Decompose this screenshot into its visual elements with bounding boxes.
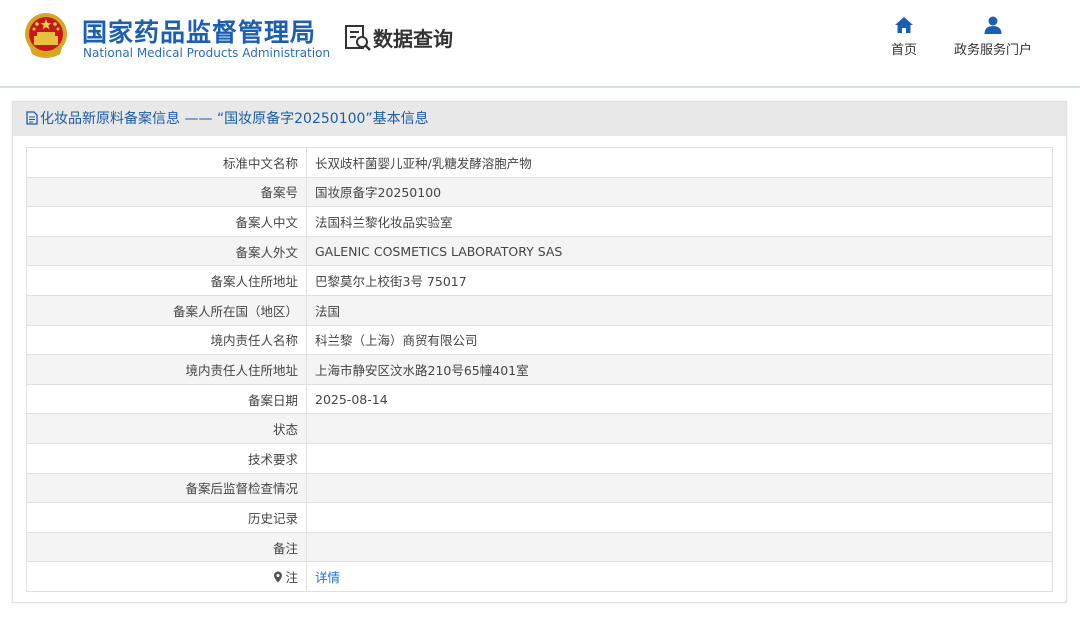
national-emblem-icon [25,13,67,58]
field-label: 历史记录 [26,502,307,533]
nav-service-portal[interactable]: 政务服务门户 [948,16,1038,58]
field-value [306,413,1053,444]
field-value [306,472,1053,504]
table-row-note: 注 详情 [26,561,1053,592]
home-icon [895,17,913,33]
panel-title-bar: 化妆品新原料备案信息 —— “国妆原备字20250100”基本信息 [13,102,1066,136]
table-row: 状态 [26,413,1053,444]
nav-home[interactable]: 首页 [884,16,924,58]
field-label-note: 注 [26,561,307,592]
table-row: 技术要求 [26,442,1053,474]
field-label: 备案人中文 [26,206,307,237]
field-value [306,442,1053,474]
org-name-en: National Medical Products Administration [83,46,331,60]
document-icon [26,111,38,125]
org-name-cn: 国家药品监督管理局 [82,18,317,47]
table-row: 境内责任人名称 科兰黎（上海）商贸有限公司 [26,324,1053,356]
table-row: 历史记录 [26,502,1053,533]
table-row: 备案人外文 GALENIC COSMETICS LABORATORY SAS [26,235,1053,267]
field-label: 备案后监督检查情况 [26,472,307,504]
field-label: 技术要求 [26,442,307,474]
field-value: 上海市静安区汶水路210号65幢401室 [306,354,1053,385]
table-row: 备案人所在国（地区） 法国 [26,294,1053,326]
data-query-label: 数据查询 [373,27,453,51]
info-table: 标准中文名称 长双歧杆菌婴儿亚种/乳糖发酵溶胞产物 备案号 国妆原备字20250100… [26,147,1053,592]
field-label: 备案人住所地址 [26,265,307,296]
field-value: 巴黎莫尔上校街3号 75017 [306,265,1053,296]
data-query-icon [345,25,371,51]
map-pin-icon [274,571,283,583]
user-icon [984,16,1002,34]
note-label: 注 [285,570,298,586]
field-label: 备案日期 [26,383,307,415]
table-row: 备案日期 2025-08-14 [26,383,1053,415]
table-row: 备注 [26,531,1053,563]
table-row: 标准中文名称 长双歧杆菌婴儿亚种/乳糖发酵溶胞产物 [26,147,1053,178]
nav-service-portal-label: 政务服务门户 [953,43,1032,58]
field-value: 科兰黎（上海）商贸有限公司 [306,324,1053,356]
field-label: 标准中文名称 [26,147,307,178]
field-value-note: 详情 [306,561,1053,592]
info-panel: 化妆品新原料备案信息 —— “国妆原备字20250100”基本信息 标准中文名称… [12,101,1067,603]
site-header: 国家药品监督管理局 National Medical Products Admi… [0,0,1080,88]
field-value [306,531,1053,563]
field-label: 状态 [26,413,307,444]
field-value: 国妆原备字20250100 [306,176,1053,208]
table-row: 境内责任人住所地址 上海市静安区汶水路210号65幢401室 [26,354,1053,385]
table-row: 备案人住所地址 巴黎莫尔上校街3号 75017 [26,265,1053,296]
panel-title: 化妆品新原料备案信息 —— “国妆原备字20250100”基本信息 [40,111,429,127]
field-value: 法国科兰黎化妆品实验室 [306,206,1053,237]
field-value: 法国 [306,294,1053,326]
field-value: 2025-08-14 [306,383,1053,415]
detail-link[interactable]: 详情 [315,570,340,585]
field-label: 境内责任人住所地址 [26,354,307,385]
table-row: 备案号 国妆原备字20250100 [26,176,1053,208]
table-row: 备案后监督检查情况 [26,472,1053,504]
field-label: 备案号 [26,176,307,208]
field-label: 境内责任人名称 [26,324,307,356]
field-value: GALENIC COSMETICS LABORATORY SAS [306,235,1053,267]
table-row: 备案人中文 法国科兰黎化妆品实验室 [26,206,1053,237]
field-label: 备案人外文 [26,235,307,267]
field-value [306,502,1053,533]
field-label: 备注 [26,531,307,563]
field-label: 备案人所在国（地区） [26,294,307,326]
field-value: 长双歧杆菌婴儿亚种/乳糖发酵溶胞产物 [306,147,1053,178]
nav-home-label: 首页 [890,43,917,58]
